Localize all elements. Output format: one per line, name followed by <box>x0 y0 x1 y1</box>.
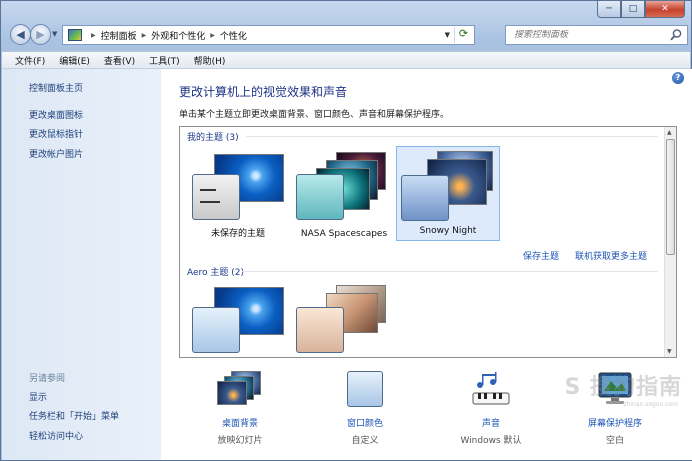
theme-name: Snowy Night <box>419 226 477 236</box>
maximize-button[interactable]: □ <box>621 1 645 18</box>
back-button[interactable]: ◀ <box>10 24 31 45</box>
aero-themes-header: Aero 主题 (2) <box>187 268 245 278</box>
theme-window-color-preview <box>192 174 240 220</box>
desktop-background-value: 放映幻灯片 <box>217 436 263 446</box>
theme-window-color-preview <box>401 175 449 221</box>
theme-name: 未保存的主题 <box>210 229 265 239</box>
theme-window-color-preview <box>192 307 240 353</box>
see-also-taskbar[interactable]: 任务栏和「开始」菜单 <box>29 409 119 422</box>
sounds-value: Windows 默认 <box>460 436 522 446</box>
refresh-icon[interactable]: ⟳ <box>454 27 472 43</box>
scroll-thumb[interactable] <box>666 139 675 255</box>
menu-edit[interactable]: 编辑(E) <box>52 54 97 67</box>
sounds-button[interactable]: 声音 Windows 默认 <box>451 371 531 449</box>
desktop-background-button[interactable]: 桌面背景 放映幻灯片 <box>200 371 280 449</box>
see-also-label: 另请参阅 <box>29 374 66 384</box>
address-dropdown-icon[interactable]: ▼ <box>445 31 450 39</box>
menu-tools[interactable]: 工具(T) <box>142 54 187 67</box>
help-icon[interactable]: ? <box>672 72 684 84</box>
breadcrumb-control-panel[interactable]: 控制面板 <box>101 29 137 42</box>
window-color-icon <box>347 371 383 407</box>
sounds-icon <box>472 372 510 405</box>
search-icon[interactable] <box>669 28 683 42</box>
theme-list[interactable]: ▲ ▼ 我的主题 (3) 未保存的主题 NASA Spacescapes Sno… <box>179 126 677 358</box>
chevron-right-icon[interactable]: ▶ <box>142 32 147 39</box>
save-theme-link[interactable]: 保存主题 <box>523 249 559 262</box>
page-title: 更改计算机上的视觉效果和声音 <box>179 85 348 99</box>
theme-aero-architecture[interactable] <box>292 283 396 357</box>
menu-view[interactable]: 查看(V) <box>97 54 142 67</box>
theme-window-color-preview <box>296 307 344 353</box>
search-input[interactable] <box>514 30 664 40</box>
menu-bar: 文件(F) 编辑(E) 查看(V) 工具(T) 帮助(H) <box>2 51 690 69</box>
see-also-display[interactable]: 显示 <box>29 390 47 403</box>
watermark-url: zhinan.sogou.com <box>623 401 678 408</box>
theme-nasa-spacescapes[interactable]: NASA Spacescapes <box>292 148 396 243</box>
minimize-button[interactable]: ─ <box>597 1 621 18</box>
theme-snowy-night[interactable]: Snowy Night <box>396 146 500 241</box>
divider <box>242 271 658 272</box>
sidebar-link-account-picture[interactable]: 更改帐户图片 <box>29 147 83 160</box>
search-box[interactable] <box>505 25 688 45</box>
personalization-window: ─ □ ✕ ◀ ▶ ▼ ▶ 控制面板 ▶ 外观和个性化 ▶ 个性化 ▼ ⟳ 文件… <box>0 0 692 461</box>
theme-aero-windows7[interactable] <box>186 283 290 357</box>
theme-window-color-preview <box>296 174 344 220</box>
see-also-ease-of-access[interactable]: 轻松访问中心 <box>29 429 83 442</box>
breadcrumb-personalization[interactable]: 个性化 <box>220 29 247 42</box>
menu-help[interactable]: 帮助(H) <box>187 54 233 67</box>
sounds-label[interactable]: 声音 <box>451 416 531 429</box>
menu-file[interactable]: 文件(F) <box>8 54 52 67</box>
theme-name: NASA Spacescapes <box>300 229 388 239</box>
theme-unsaved[interactable]: 未保存的主题 <box>186 148 290 243</box>
screensaver-value: 空白 <box>605 436 624 446</box>
chevron-right-icon[interactable]: ▶ <box>210 32 215 39</box>
close-button[interactable]: ✕ <box>645 1 685 18</box>
main-panel: ? 更改计算机上的视觉效果和声音 单击某个主题立即更改桌面背景、窗口颜色、声音和… <box>161 69 692 460</box>
recent-pages-dropdown[interactable]: ▼ <box>52 30 57 38</box>
divider <box>246 136 658 137</box>
forward-button[interactable]: ▶ <box>30 24 51 45</box>
caption-buttons: ─ □ ✕ <box>597 1 685 18</box>
desktop-background-label[interactable]: 桌面背景 <box>200 416 280 429</box>
window-color-label[interactable]: 窗口颜色 <box>325 416 405 429</box>
icon-layer <box>217 381 247 405</box>
address-row: ◀ ▶ ▼ ▶ 控制面板 ▶ 外观和个性化 ▶ 个性化 ▼ ⟳ <box>6 23 688 47</box>
sidebar-link-home[interactable]: 控制面板主页 <box>29 81 83 94</box>
my-themes-header: 我的主题 (3) <box>187 133 239 143</box>
preview-line <box>200 201 220 203</box>
scroll-down-icon[interactable]: ▼ <box>667 348 672 355</box>
breadcrumb-appearance[interactable]: 外观和个性化 <box>151 29 205 42</box>
control-panel-icon <box>68 29 82 41</box>
window-color-value: 自定义 <box>351 436 379 446</box>
screensaver-label[interactable]: 屏幕保护程序 <box>575 416 655 429</box>
sidebar-link-mouse-pointers[interactable]: 更改鼠标指针 <box>29 127 83 140</box>
desktop-background-icon <box>217 371 263 407</box>
sidebar-link-desktop-icons[interactable]: 更改桌面图标 <box>29 108 83 121</box>
window-color-button[interactable]: 窗口颜色 自定义 <box>325 371 405 449</box>
chevron-right-icon[interactable]: ▶ <box>91 32 96 39</box>
watermark: S 搜狗指南 <box>564 375 682 400</box>
scroll-up-icon[interactable]: ▲ <box>667 129 672 136</box>
preview-line <box>200 189 216 191</box>
address-bar[interactable]: ▶ 控制面板 ▶ 外观和个性化 ▶ 个性化 ▼ ⟳ <box>62 25 475 45</box>
page-subtitle: 单击某个主题立即更改桌面背景、窗口颜色、声音和屏幕保护程序。 <box>179 110 450 120</box>
theme-list-scrollbar[interactable]: ▲ ▼ <box>664 127 676 357</box>
sidebar: 控制面板主页 更改桌面图标 更改鼠标指针 更改帐户图片 另请参阅 显示 任务栏和… <box>2 69 161 460</box>
get-more-themes-link[interactable]: 联机获取更多主题 <box>575 249 647 262</box>
